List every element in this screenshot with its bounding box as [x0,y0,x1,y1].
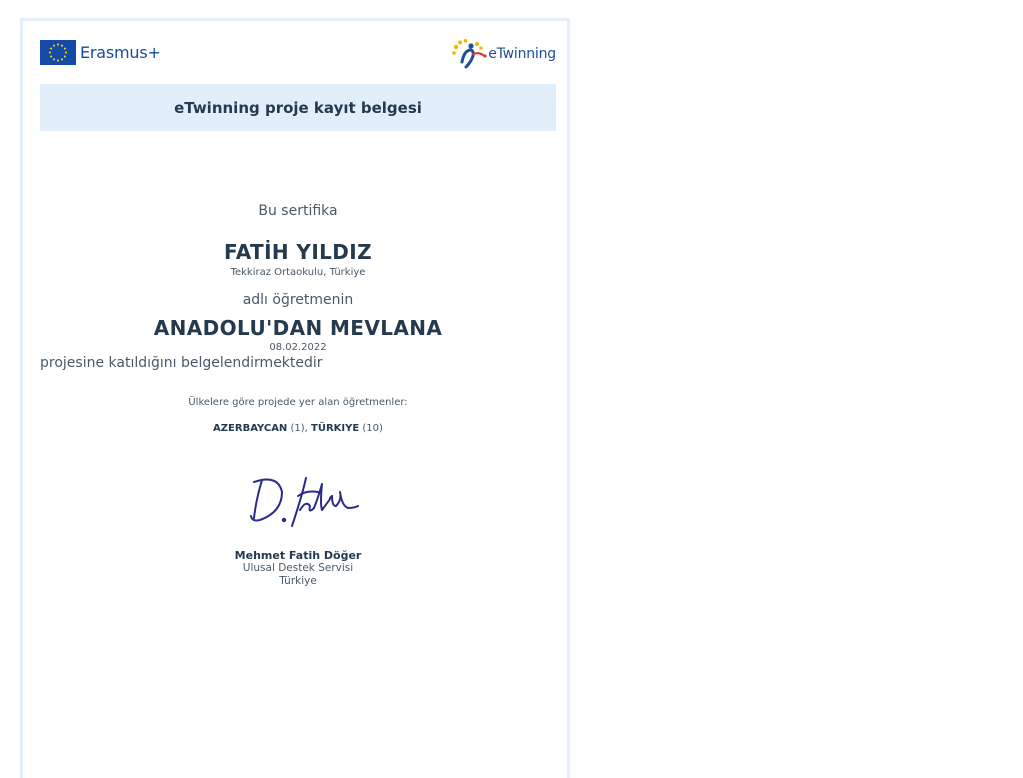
erasmus-label: Erasmus+ [80,43,161,62]
signatory-country: Türkiye [279,575,317,587]
title-band: eTwinning proje kayıt belgesi [40,84,556,131]
erasmus-logo: Erasmus+ [40,40,161,65]
teacher-label: adlı öğretmenin [242,292,354,308]
country-name: AZERBAYCAN [213,423,288,434]
etwinning-label: eTwinning [488,46,556,62]
country-count: (1) [290,423,305,434]
project-name: ANADOLU'DAN MEVLANA [153,316,443,340]
certificate-title: eTwinning proje kayıt belgesi [174,98,422,117]
certificate: Erasmus+ eTwinning eTwinning proje kayıt… [20,18,570,778]
teacher-name: FATİH YILDIZ [223,240,373,264]
etwinning-icon [452,39,487,69]
signatory-name: Mehmet Fatih Döğer [234,549,362,562]
intro-text: Bu sertifika [258,203,338,219]
country-count: (10) [362,423,383,434]
countries-label: Ülkelere göre projede yer alan öğretmenl… [188,397,408,408]
etwinning-logo: eTwinning [450,38,556,70]
statement-text: projesine katıldığını belgelendirmektedi… [40,355,323,371]
country-name: TÜRKIYE [311,423,360,434]
eu-flag-icon [40,40,76,65]
certificate-header: Erasmus+ eTwinning [40,38,556,70]
school-name: Tekkiraz Ortaokulu, Türkiye [230,267,366,278]
project-date: 08.02.2022 [269,342,327,353]
signature-image [250,477,359,527]
signatory-organization: Ulusal Destek Servisi [242,562,354,574]
countries-list: AZERBAYCAN (1), TÜRKIYE (10) [40,423,556,434]
